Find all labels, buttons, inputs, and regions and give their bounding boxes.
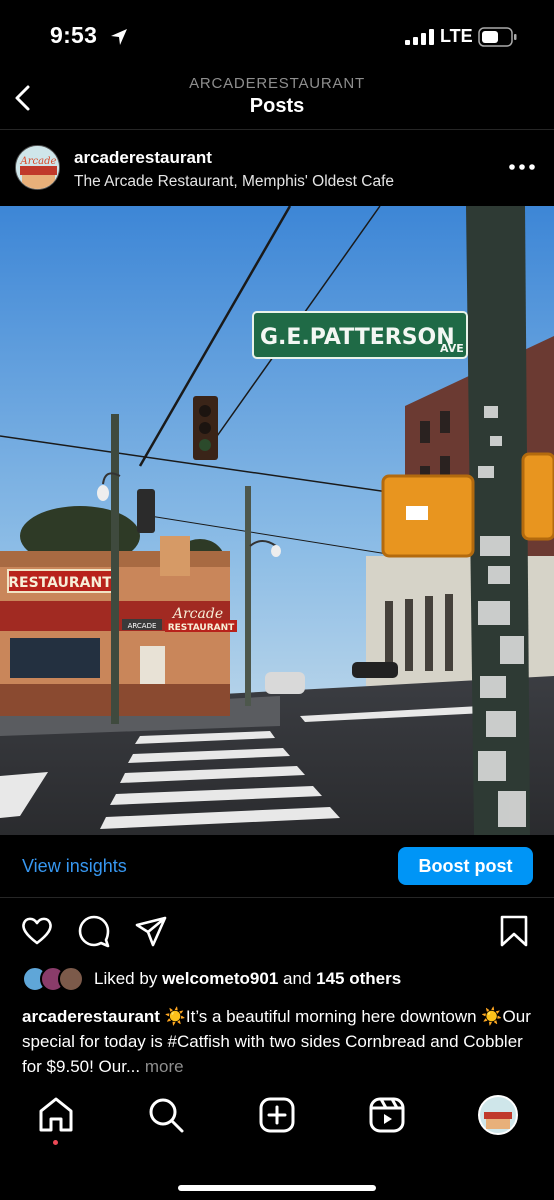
more-horizontal-icon[interactable] [508,162,536,172]
awning-sign: RESTAURANT [168,623,235,633]
post-actions [0,908,554,954]
header-account-name: ARCADERESTAURANT [189,75,365,92]
liker-avatars [22,966,84,992]
side-sign: ARCADE [128,622,157,630]
network-label: LTE [440,26,473,46]
status-time: 9:53 [50,22,98,48]
location-arrow-icon [111,29,127,45]
awning-script: Arcade [171,606,223,622]
caption-username[interactable]: arcaderestaurant [22,1007,160,1026]
home-indicator [178,1185,376,1191]
home-icon[interactable] [36,1095,76,1135]
reels-icon[interactable] [367,1095,407,1135]
insights-bar: View insights Boost post [0,836,554,898]
heart-icon[interactable] [20,914,54,948]
view-insights-link[interactable]: View insights [22,856,127,877]
home-notification-dot [53,1140,58,1145]
likes-prefix: Liked by [94,969,158,988]
share-icon[interactable] [134,914,168,948]
likes-joiner: and [283,969,312,988]
street-sign-suffix: AVE [440,342,464,355]
search-icon[interactable] [146,1095,186,1135]
caption-more-link[interactable]: more [145,1057,184,1076]
bookmark-icon[interactable] [497,914,531,948]
svg-text:Arcade: Arcade [20,156,57,167]
create-icon[interactable] [257,1095,297,1135]
post-photo[interactable]: RESTAURANT Arcade RESTAURANT ARCADE G.E.… [0,206,554,835]
roof-sign: RESTAURANT [8,575,112,591]
status-bar: 9:53 LTE [0,0,554,70]
likes-liker[interactable]: welcometo901 [162,969,278,988]
post-caption: arcaderestaurant ☀️It’s a beautiful morn… [22,1004,537,1079]
boost-post-button[interactable]: Boost post [398,847,533,885]
street-sign-name: G.E.PATTERSON [260,325,455,350]
bottom-nav [0,1080,554,1200]
post-username[interactable]: arcaderestaurant [74,148,212,168]
likes-others[interactable]: 145 others [316,969,401,988]
page-header: ARCADERESTAURANT Posts [0,70,554,128]
likes-row[interactable]: Liked by welcometo901 and 145 others [0,966,554,994]
signal-icon [405,29,434,45]
post-header: Arcade arcaderestaurant The Arcade Resta… [0,132,554,204]
avatar[interactable]: Arcade [15,145,60,190]
profile-avatar[interactable] [478,1095,518,1135]
post-location[interactable]: The Arcade Restaurant, Memphis' Oldest C… [74,173,394,191]
page-title: Posts [249,95,305,117]
comment-icon[interactable] [77,914,111,948]
battery-icon [478,27,517,47]
header-divider [0,129,554,130]
